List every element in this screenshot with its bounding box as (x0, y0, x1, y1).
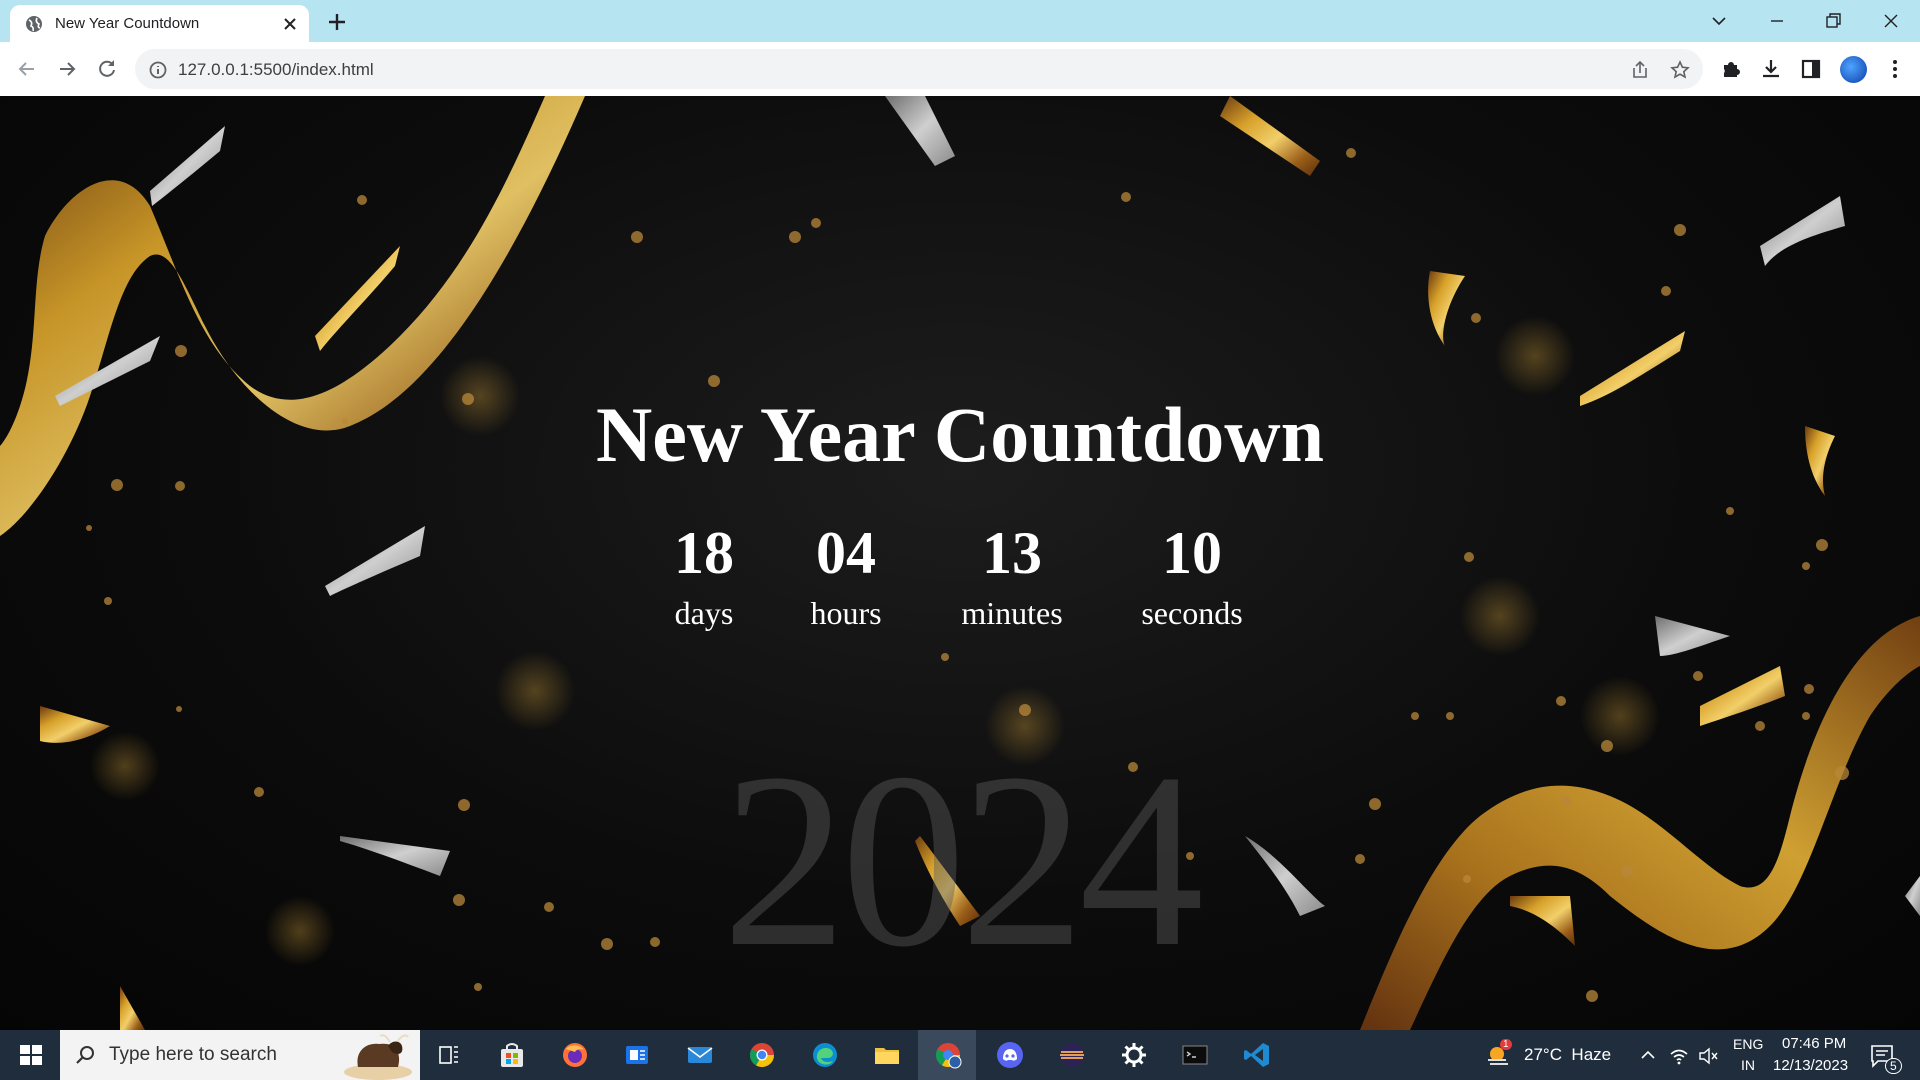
language-indicator[interactable]: ENG (1733, 1036, 1763, 1052)
microsoft-store-icon[interactable] (497, 1040, 527, 1070)
globe-icon (26, 16, 42, 32)
chevron-up-icon[interactable] (1638, 1045, 1658, 1065)
file-explorer-icon[interactable] (872, 1040, 902, 1070)
minutes-label: minutes (961, 595, 1063, 631)
countdown-page: 2024 New Year Countdown 18 days 04 hours… (0, 96, 1920, 1030)
taskbar-search-box[interactable]: Type here to search (60, 1030, 420, 1080)
restore-icon[interactable] (1818, 6, 1848, 36)
browser-toolbar: 127.0.0.1:5500/index.html (0, 42, 1920, 97)
countdown-seconds: 10 seconds (1122, 523, 1262, 629)
days-value: 18 (674, 520, 734, 586)
windows-start-icon[interactable] (16, 1040, 46, 1070)
clock-date[interactable]: 12/13/2023 (1773, 1057, 1848, 1074)
page-title: New Year Countdown (595, 391, 1325, 478)
eclipse-icon[interactable] (1057, 1040, 1087, 1070)
countdown-days: 18 days (634, 523, 774, 629)
back-icon[interactable] (14, 56, 40, 82)
countdown-hours: 04 hours (776, 523, 916, 629)
vscode-icon[interactable] (1242, 1040, 1272, 1070)
weather-alert-badge: 1 (1500, 1039, 1512, 1050)
download-icon[interactable] (1758, 56, 1784, 82)
reload-icon[interactable] (94, 56, 120, 82)
search-placeholder: Type here to search (109, 1044, 277, 1065)
settings-gear-icon[interactable] (1119, 1040, 1149, 1070)
firefox-icon[interactable] (560, 1040, 590, 1070)
hours-label: hours (810, 595, 882, 631)
browser-tab[interactable]: New Year Countdown (10, 5, 309, 42)
bookmark-star-icon[interactable] (1669, 59, 1691, 81)
notification-count-badge: 5 (1885, 1058, 1902, 1074)
search-icon (76, 1046, 94, 1064)
terminal-icon[interactable] (1180, 1040, 1210, 1070)
clock-time[interactable]: 07:46 PM (1782, 1035, 1846, 1052)
windows-taskbar: Type here to search 1 27°C Haze ENG IN 0… (0, 1030, 1920, 1080)
side-panel-icon[interactable] (1798, 56, 1824, 82)
close-window-icon[interactable] (1876, 6, 1906, 36)
url-text[interactable]: 127.0.0.1:5500/index.html (178, 60, 374, 80)
tab-title: New Year Countdown (55, 15, 200, 32)
weather-text[interactable]: 27°C Haze (1524, 1045, 1611, 1065)
volume-muted-icon[interactable] (1697, 1045, 1719, 1067)
year-watermark: 2024 (722, 722, 1204, 999)
tab-search-icon[interactable] (1704, 6, 1734, 36)
chrome-icon[interactable] (747, 1040, 777, 1070)
wifi-icon[interactable] (1668, 1045, 1690, 1067)
countdown-minutes: 13 minutes (942, 523, 1082, 629)
edge-icon[interactable] (810, 1040, 840, 1070)
keyboard-region: IN (1741, 1057, 1755, 1073)
menu-kebab-icon[interactable] (1882, 56, 1908, 82)
forward-icon[interactable] (54, 56, 80, 82)
minimize-icon[interactable] (1762, 6, 1792, 36)
gold-ribbon-top-right (1220, 96, 1320, 176)
seconds-label: seconds (1141, 595, 1243, 631)
minutes-value: 13 (982, 520, 1042, 586)
tab-strip: New Year Countdown (0, 0, 1920, 42)
share-icon[interactable] (1629, 59, 1651, 81)
profile-avatar[interactable] (1840, 56, 1867, 83)
extensions-icon[interactable] (1718, 56, 1744, 82)
seconds-value: 10 (1162, 520, 1222, 586)
chrome-profile-icon[interactable] (933, 1040, 963, 1070)
close-tab-icon[interactable] (280, 14, 300, 34)
site-info-icon[interactable] (147, 59, 169, 81)
mail-icon[interactable] (685, 1040, 715, 1070)
new-tab-icon[interactable] (324, 9, 350, 35)
search-highlight-illustration-icon (344, 1034, 412, 1080)
discord-icon[interactable] (995, 1040, 1025, 1070)
hours-value: 04 (816, 520, 876, 586)
task-view-icon[interactable] (434, 1040, 464, 1070)
address-bar[interactable]: 127.0.0.1:5500/index.html (135, 49, 1703, 89)
news-app-icon[interactable] (622, 1040, 652, 1070)
days-label: days (674, 595, 734, 631)
